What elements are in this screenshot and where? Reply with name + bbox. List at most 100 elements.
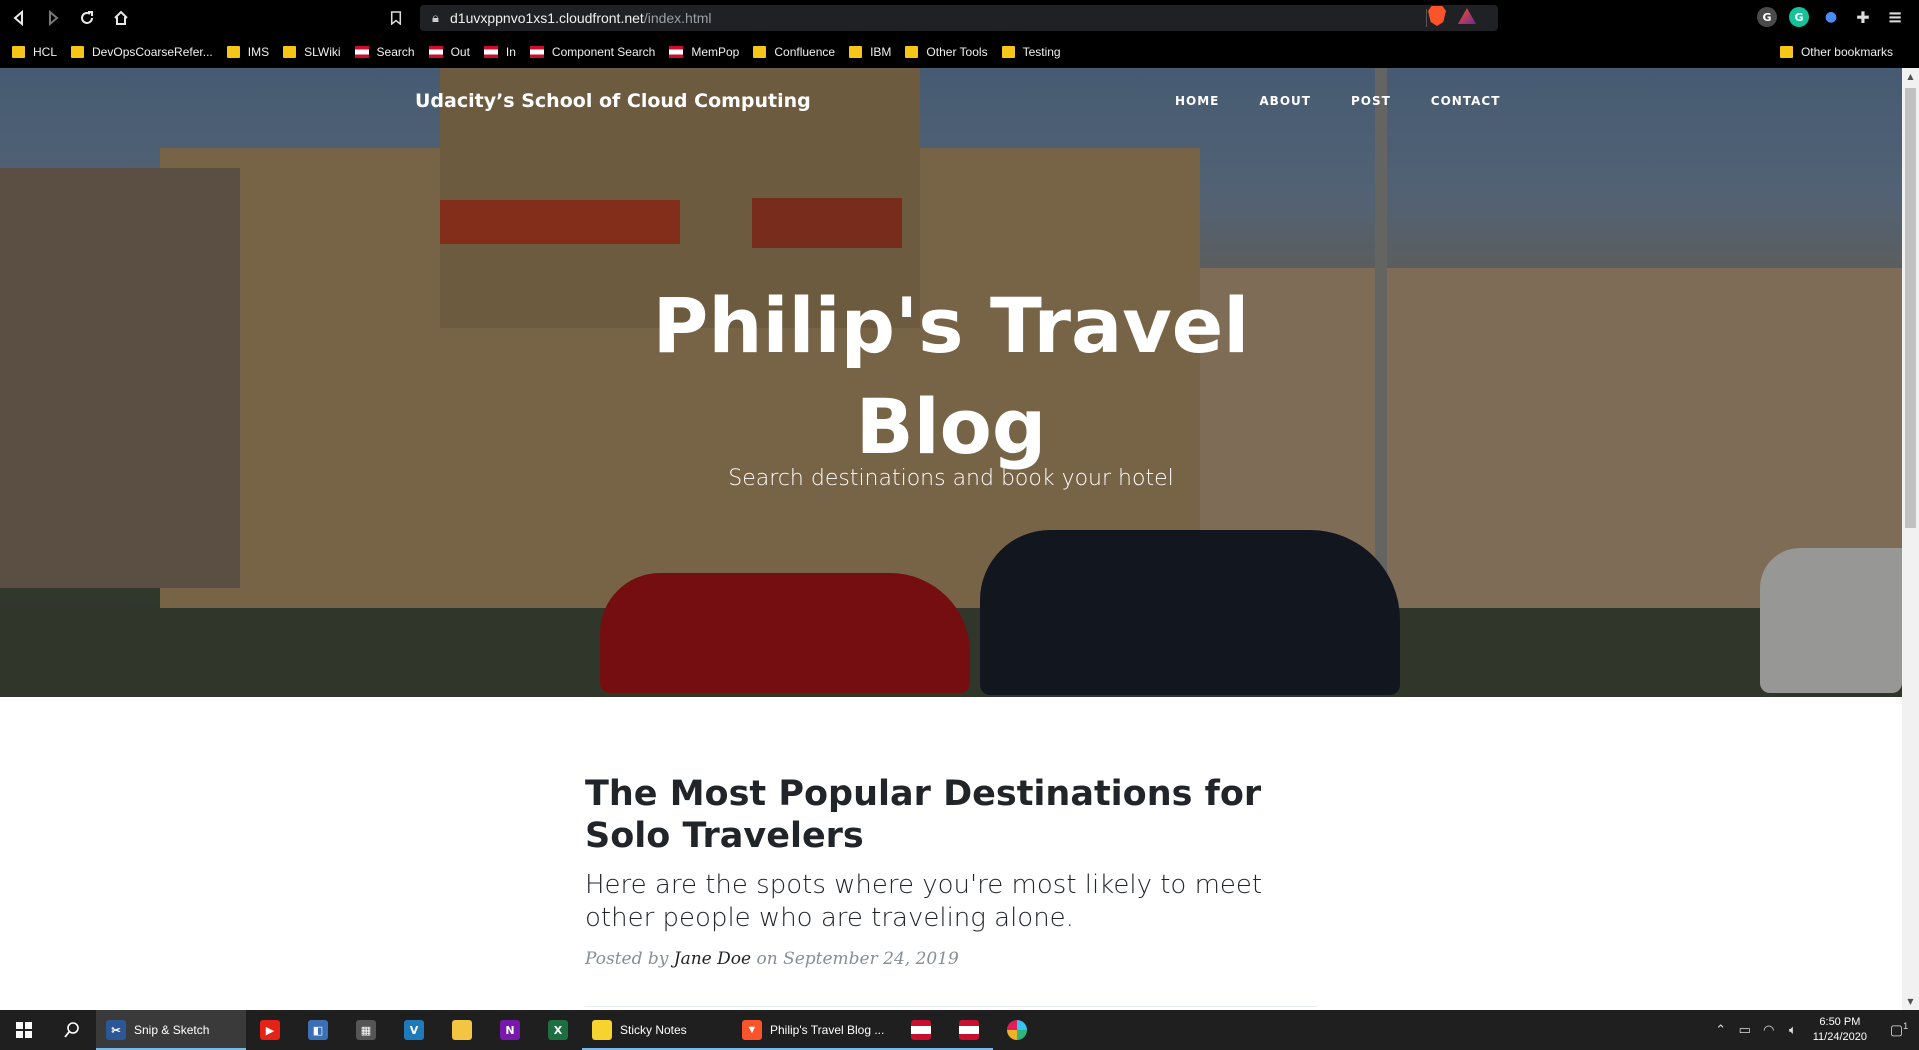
bookmark-item[interactable]: Confluence: [753, 40, 835, 64]
slack-logo-icon: [1007, 1020, 1027, 1040]
bookmark-label: Component Search: [551, 45, 656, 59]
page-viewport: Udacity’s School of Cloud Computing HOME…: [0, 68, 1902, 1010]
brave-browser-icon: ▼: [742, 1020, 762, 1040]
grammarly-extension-icon[interactable]: G: [1789, 7, 1809, 27]
scroll-thumb[interactable]: [1905, 88, 1916, 528]
bookmark-page-icon[interactable]: [386, 8, 406, 28]
notification-icon[interactable]: ▢1: [1879, 1021, 1919, 1039]
search-icon[interactable]: [48, 1010, 96, 1050]
site-brand[interactable]: Udacity’s School of Cloud Computing: [415, 90, 811, 112]
volume-icon[interactable]: 🔈︎: [1781, 1022, 1805, 1038]
store-icon[interactable]: ▦: [342, 1010, 390, 1050]
brave-rewards-icon[interactable]: [1458, 8, 1476, 24]
hero-subtitle: Search destinations and book your hotel: [728, 466, 1174, 491]
remote-desktop-icon[interactable]: ◧: [294, 1010, 342, 1050]
bookmark-item[interactable]: SLWiki: [283, 40, 341, 64]
extensions-puzzle-icon[interactable]: ✚: [1853, 7, 1873, 27]
home-icon[interactable]: [106, 3, 136, 33]
bookmarks-bar: HCL DevOpsCoarseRefer... IMS SLWiki Search Ou…: [0, 36, 1919, 68]
bookmark-item[interactable]: IMS: [226, 40, 270, 64]
flag-icon: [669, 46, 684, 58]
folder-icon: [1001, 46, 1015, 58]
v-logo-icon: V: [404, 1020, 424, 1040]
windows-start-icon[interactable]: [0, 1010, 48, 1050]
url-host: d1uvxppnvo1xs1.cloudfront.net: [450, 10, 644, 26]
slack-icon[interactable]: [993, 1010, 1041, 1050]
bookmark-label: Confluence: [774, 45, 836, 59]
bookmark-label: HCL: [33, 45, 58, 59]
taskbar-app-label: Snip & Sketch: [134, 1023, 210, 1037]
onenote-icon[interactable]: N: [486, 1010, 534, 1050]
nav-post[interactable]: POST: [1351, 94, 1391, 108]
browser-menu-icon[interactable]: ≡: [1885, 7, 1905, 28]
excel-icon[interactable]: X: [534, 1010, 582, 1050]
youtube-icon[interactable]: ▶: [246, 1010, 294, 1050]
forward-icon[interactable]: [38, 3, 68, 33]
post-title[interactable]: The Most Popular Destinations for Solo T…: [585, 773, 1317, 857]
bookmark-label: In: [505, 45, 516, 59]
taskbar-app-brave[interactable]: ▼ Philip's Travel Blog ...: [732, 1010, 897, 1050]
hero-header: Udacity’s School of Cloud Computing HOME…: [0, 68, 1902, 697]
post-author-link[interactable]: Jane Doe: [674, 949, 751, 969]
scroll-down-arrow-icon[interactable]: ▼: [1902, 993, 1919, 1010]
bookmark-item[interactable]: Testing: [1001, 40, 1061, 64]
battery-icon[interactable]: ▭: [1733, 1022, 1757, 1038]
address-bar[interactable]: 🔒︎ d1uvxppnvo1xs1.cloudfront.net/index.h…: [420, 5, 1498, 31]
flag-icon: [483, 46, 498, 58]
other-bookmarks-folder[interactable]: Other bookmarks: [1779, 40, 1893, 64]
bookmark-item[interactable]: HCL: [12, 40, 57, 64]
bookmark-label: IMS: [247, 45, 270, 59]
onenote-logo-icon: N: [500, 1020, 520, 1040]
vs-code-icon[interactable]: V: [390, 1010, 438, 1050]
reload-icon[interactable]: [72, 3, 102, 33]
folder-icon: [849, 46, 863, 58]
folder-icon: [283, 46, 297, 58]
taskbar-app-label: Philip's Travel Blog ...: [770, 1023, 885, 1037]
translate-extension-icon[interactable]: G: [1757, 7, 1777, 27]
bookmark-item[interactable]: Search: [354, 40, 415, 64]
bookmark-label: Out: [450, 45, 470, 59]
chevron-up-icon[interactable]: ⌃: [1709, 1022, 1733, 1038]
clock-date: 11/24/2020: [1812, 1031, 1867, 1043]
lock-icon[interactable]: 🔒︎: [432, 11, 450, 26]
taskbar-app-sticky-notes[interactable]: Sticky Notes: [582, 1010, 732, 1050]
flag-app-icon-2[interactable]: [945, 1010, 993, 1050]
post-subtitle[interactable]: Here are the spots where you're most lik…: [585, 869, 1317, 935]
bookmark-item[interactable]: Component Search: [529, 40, 656, 64]
file-explorer-icon[interactable]: [438, 1010, 486, 1050]
bookmark-item[interactable]: MemPop: [669, 40, 739, 64]
folder-icon: [12, 46, 25, 58]
store-bag-icon: ▦: [356, 1020, 376, 1040]
bookmark-label: IBM: [870, 45, 892, 59]
browser-toolbar: 🔒︎ d1uvxppnvo1xs1.cloudfront.net/index.h…: [0, 0, 1919, 36]
flag-icon: [911, 1020, 931, 1040]
nav-home[interactable]: HOME: [1175, 94, 1219, 108]
brave-shields-icon[interactable]: [1428, 6, 1446, 26]
post-meta-prefix: Posted by: [585, 949, 669, 969]
back-icon[interactable]: [4, 3, 34, 33]
scroll-up-arrow-icon[interactable]: ▲: [1902, 68, 1919, 85]
taskbar-app-snip-sketch[interactable]: ✂ Snip & Sketch: [96, 1010, 246, 1050]
bookmark-item[interactable]: Other Tools: [905, 40, 988, 64]
bookmark-item[interactable]: DevOpsCoarseRefer...: [71, 40, 213, 64]
clock[interactable]: 6:50 PM 11/24/2020: [1813, 1015, 1867, 1045]
flag-icon: [354, 46, 369, 58]
windows-taskbar: ✂ Snip & Sketch ▶ ◧ ▦ V N X Sticky Notes…: [0, 1010, 1919, 1050]
site-nav: HOME ABOUT POST CONTACT: [1175, 94, 1500, 108]
post-preview[interactable]: The Most Popular Destinations for Solo T…: [585, 773, 1317, 969]
notification-count: 1: [1903, 1021, 1909, 1032]
clock-time: 6:50 PM: [1819, 1016, 1861, 1028]
page-scrollbar[interactable]: ▲ ▼: [1902, 68, 1919, 1010]
flag-app-icon[interactable]: [897, 1010, 945, 1050]
post-date: September 24, 2019: [783, 949, 959, 969]
taskbar-app-label: Sticky Notes: [620, 1023, 687, 1037]
drop-extension-icon[interactable]: ●: [1821, 7, 1841, 27]
bookmark-item[interactable]: IBM: [849, 40, 891, 64]
remote-desktop-logo-icon: ◧: [308, 1020, 328, 1040]
bookmark-item[interactable]: In: [483, 40, 516, 64]
wifi-icon[interactable]: ◠: [1757, 1022, 1781, 1038]
bookmark-label: MemPop: [691, 45, 740, 59]
nav-contact[interactable]: CONTACT: [1431, 94, 1501, 108]
bookmark-item[interactable]: Out: [428, 40, 470, 64]
nav-about[interactable]: ABOUT: [1259, 94, 1311, 108]
